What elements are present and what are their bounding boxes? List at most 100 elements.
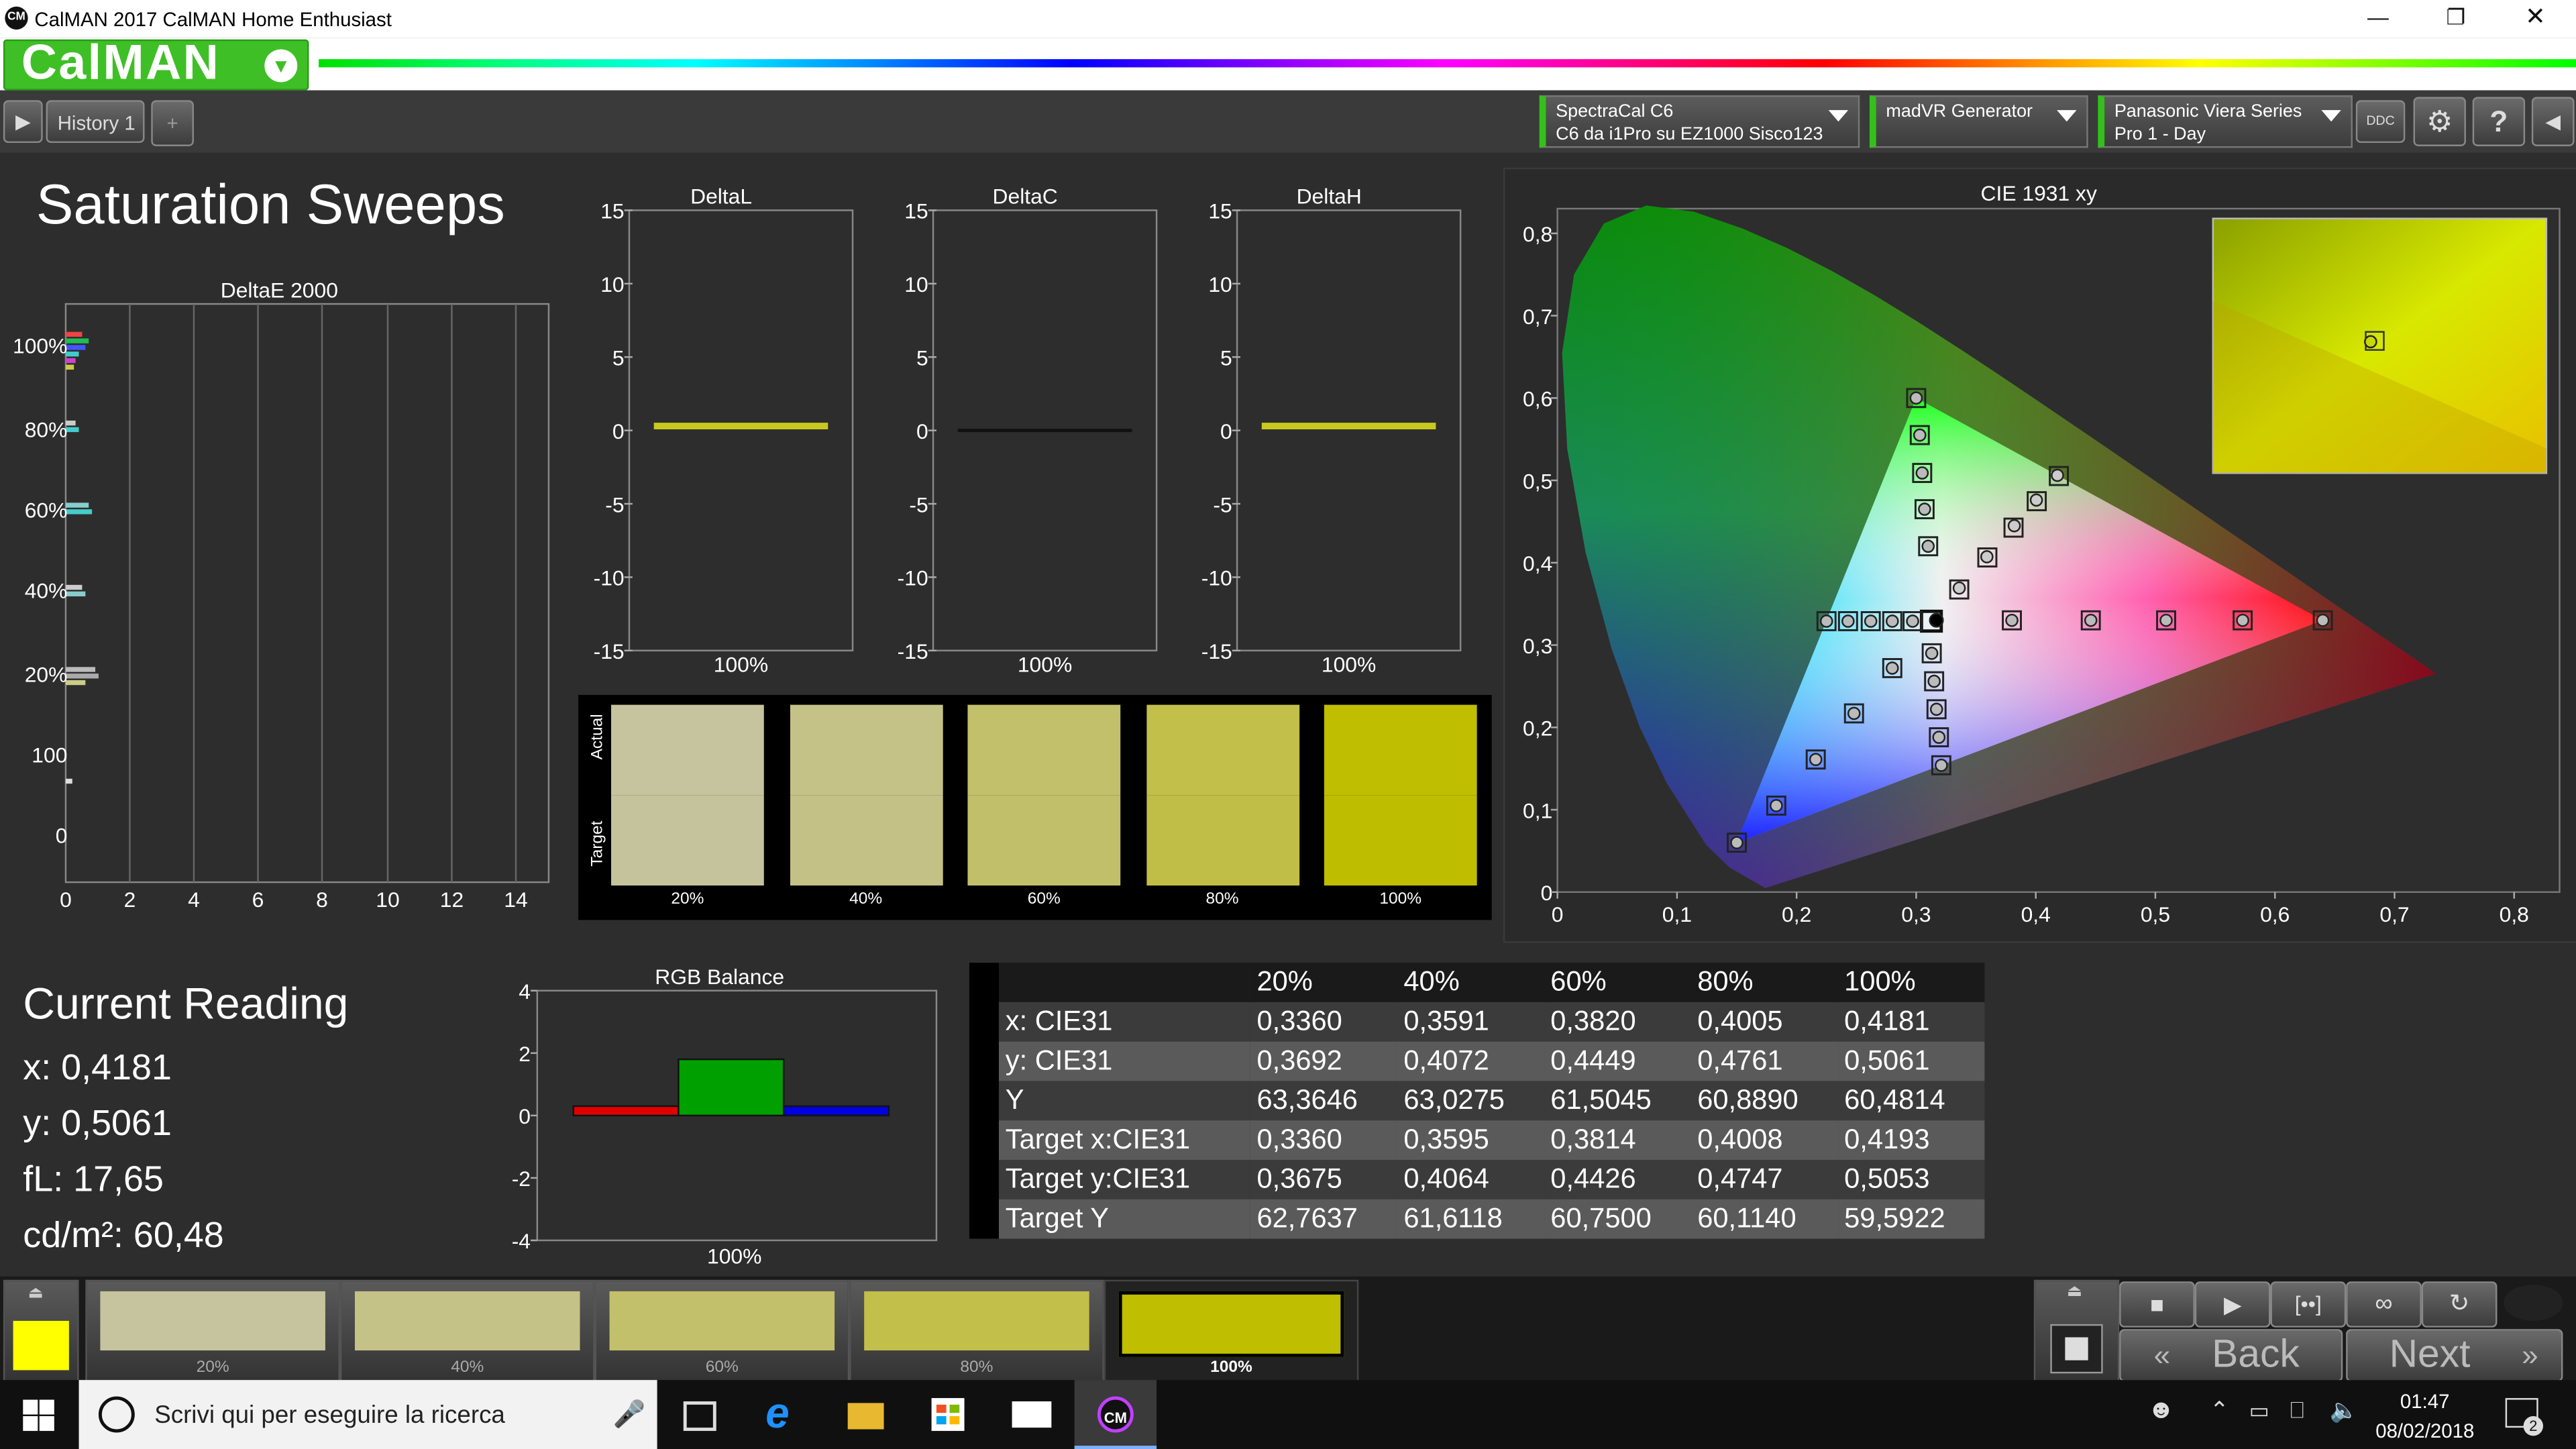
bottom-swatch-label: 100% bbox=[1210, 1358, 1252, 1377]
cie-y-tick: 0,6 bbox=[1523, 387, 1552, 411]
deltac-x-label: 100% bbox=[1018, 653, 1072, 677]
file-explorer-icon[interactable] bbox=[847, 1403, 884, 1430]
eject-icon: ⏏ bbox=[28, 1285, 44, 1303]
back-button[interactable]: « Back bbox=[2119, 1329, 2343, 1382]
bottom-swatch-color bbox=[864, 1291, 1089, 1351]
restore-icon[interactable]: ❐ bbox=[2447, 5, 2466, 31]
cie-measured-point bbox=[1819, 614, 1833, 628]
deltal-x-label: 100% bbox=[714, 653, 768, 677]
current-swatch-button[interactable]: ⏏ bbox=[3, 1279, 79, 1384]
deltae-chart: 0 2 4 6 8 10 12 14 100% 80% 60% 40% 20% … bbox=[13, 303, 550, 912]
calman-menu-button[interactable]: CalMAN ▼ bbox=[3, 36, 309, 91]
calman-taskbar-button[interactable]: CM bbox=[1074, 1380, 1157, 1449]
settings-button[interactable]: ⚙ bbox=[2413, 97, 2466, 146]
close-icon[interactable]: ✕ bbox=[2525, 1, 2546, 32]
cie-y-tick: 0,8 bbox=[1523, 222, 1552, 246]
cie-measured-point bbox=[1906, 614, 1919, 628]
rgb-y-tick: -4 bbox=[512, 1229, 531, 1253]
bottom-swatch-color bbox=[100, 1291, 325, 1351]
table-row-label: Target Y bbox=[1005, 1202, 1110, 1234]
chevron-down-icon bbox=[2057, 110, 2077, 122]
volume-icon[interactable]: 🔈 bbox=[2330, 1397, 2359, 1425]
tab-history-1[interactable]: History 1 bbox=[46, 100, 145, 144]
table-cell: 60,4814 bbox=[1844, 1084, 1945, 1116]
play-icon: ▶ bbox=[15, 110, 31, 133]
battery-icon[interactable]: ▭ bbox=[2249, 1398, 2269, 1424]
deltae-x-tick: 2 bbox=[124, 888, 136, 912]
delta-y-tick: 0 bbox=[916, 419, 928, 443]
stop-control[interactable]: ⏏ bbox=[2033, 1279, 2120, 1384]
cie-measured-point bbox=[1913, 428, 1927, 442]
table-column-header: 20% bbox=[1256, 966, 1313, 998]
delta-y-tick: -10 bbox=[1201, 566, 1232, 590]
network-icon[interactable]: ⎕ bbox=[2290, 1397, 2304, 1425]
bottom-swatch-button[interactable]: 40% bbox=[339, 1279, 595, 1384]
table-cell: 0,3814 bbox=[1550, 1124, 1636, 1155]
cie-measured-point bbox=[1770, 799, 1783, 812]
generator-device-selector[interactable]: madVR Generator bbox=[1869, 95, 2088, 148]
bottom-swatch-button[interactable]: 100% bbox=[1104, 1279, 1359, 1384]
play-button[interactable]: ▶ bbox=[2194, 1281, 2271, 1328]
play-workflow-button[interactable]: ▶ bbox=[3, 100, 43, 144]
chevron-left-icon: ◀ bbox=[2545, 110, 2561, 133]
table-cell: 0,4181 bbox=[1844, 1005, 1930, 1037]
bottom-swatch-button[interactable]: 60% bbox=[594, 1279, 850, 1384]
eject-icon: ⏏ bbox=[2066, 1283, 2082, 1301]
store-icon[interactable] bbox=[931, 1398, 965, 1432]
deltae-y-tick: 60% bbox=[25, 498, 68, 522]
cie-measured-point bbox=[1730, 836, 1743, 849]
windows-start-icon[interactable] bbox=[23, 1399, 56, 1433]
clock-time[interactable]: 01:47 bbox=[2375, 1390, 2474, 1413]
display-mode: Pro 1 - Day bbox=[2114, 125, 2206, 145]
people-icon[interactable]: ☻ bbox=[2147, 1397, 2175, 1426]
cie-x-tick: 0,5 bbox=[2141, 902, 2170, 926]
record-button[interactable]: ■ bbox=[2119, 1281, 2195, 1328]
minimize-icon[interactable]: — bbox=[2367, 5, 2389, 30]
edge-icon[interactable]: e bbox=[765, 1388, 789, 1439]
step-button[interactable]: [••] bbox=[2270, 1281, 2347, 1328]
current-reading-y: y: 0,5061 bbox=[23, 1102, 172, 1144]
task-view-icon[interactable] bbox=[683, 1401, 716, 1432]
table-cell: 60,1140 bbox=[1697, 1202, 1796, 1234]
bottom-swatch-button[interactable]: 20% bbox=[85, 1279, 340, 1384]
mail-icon[interactable] bbox=[1012, 1401, 1052, 1428]
refresh-button[interactable]: ↻ bbox=[2421, 1281, 2498, 1328]
infinity-icon: ∞ bbox=[2375, 1289, 2393, 1318]
loop-button[interactable]: ∞ bbox=[2346, 1281, 2422, 1328]
deltac-chart: DeltaC 100% 15 10 5 0 -5 -10 -15 bbox=[898, 184, 1158, 677]
ddc-button[interactable]: DDC bbox=[2355, 100, 2406, 144]
meter-name: SpectraCal C6 bbox=[1556, 101, 1674, 122]
display-device-selector[interactable]: Panasonic Viera Series Pro 1 - Day bbox=[2098, 95, 2353, 148]
table-cell: 0,5053 bbox=[1844, 1163, 1930, 1195]
chevron-up-icon[interactable]: ⌃ bbox=[2210, 1397, 2229, 1425]
bottom-swatch-button[interactable]: 80% bbox=[849, 1279, 1104, 1384]
help-button[interactable]: ? bbox=[2472, 97, 2526, 146]
rgb-y-tick: 2 bbox=[519, 1042, 531, 1066]
collapse-panel-button[interactable]: ◀ bbox=[2531, 97, 2575, 146]
cie-measured-point bbox=[1929, 612, 1944, 628]
deltah-x-label: 100% bbox=[1322, 653, 1376, 677]
delta-y-tick: 15 bbox=[904, 199, 928, 223]
table-cell: 63,3646 bbox=[1256, 1084, 1358, 1116]
cie-y-ticks: 0,8 0,7 0,6 0,5 0,4 0,3 0,2 0,1 0 bbox=[1523, 222, 1558, 905]
delta-y-tick: 10 bbox=[600, 272, 624, 297]
delta-y-tick: 10 bbox=[904, 272, 928, 297]
current-reading-x: x: 0,4181 bbox=[23, 1046, 172, 1088]
next-button[interactable]: Next » bbox=[2346, 1329, 2563, 1382]
cie-x-tick: 0,8 bbox=[2500, 902, 2529, 926]
clock-date[interactable]: 08/02/2018 bbox=[2375, 1419, 2474, 1442]
rgb-balance-bar bbox=[678, 1058, 785, 1117]
table-corner-cell bbox=[999, 963, 1250, 1002]
microphone-icon[interactable]: 🎤 bbox=[612, 1398, 645, 1431]
deltah-chart-title: DeltaH bbox=[1297, 184, 1362, 209]
swatch-label: 100% bbox=[1379, 890, 1422, 909]
bottom-swatch-label: 60% bbox=[705, 1358, 739, 1377]
table-cell: 0,5061 bbox=[1844, 1044, 1930, 1077]
table-row: y: CIE31 0,3692 0,4072 0,4449 0,4761 0,5061 bbox=[998, 1041, 1985, 1081]
taskbar-search-box[interactable]: Scrivi qui per eseguire la ricerca 🎤 bbox=[78, 1380, 657, 1449]
display-name: Panasonic Viera Series bbox=[2114, 101, 2302, 122]
bracket-icon: [••] bbox=[2294, 1291, 2322, 1316]
meter-device-selector[interactable]: SpectraCal C6 C6 da i1Pro su EZ1000 Sisc… bbox=[1539, 95, 1860, 148]
add-tab-button[interactable]: + bbox=[151, 100, 194, 146]
table-cell: 0,3675 bbox=[1256, 1163, 1342, 1195]
